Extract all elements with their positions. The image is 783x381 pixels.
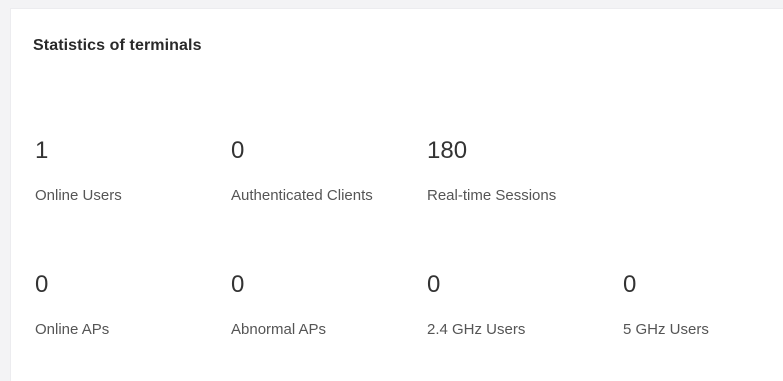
stat-label: 5 GHz Users bbox=[623, 321, 709, 338]
stat-value: 0 bbox=[35, 271, 49, 298]
stat-label: Real-time Sessions bbox=[427, 187, 557, 204]
stat-authenticated-clients: 0 Authenticated Clients bbox=[231, 137, 431, 205]
stat-abnormal-aps: 0 Abnormal APs bbox=[231, 271, 431, 339]
stat-label: Online APs bbox=[35, 321, 110, 338]
stat-online-aps: 0 Online APs bbox=[35, 271, 235, 339]
terminal-statistics-card: Statistics of terminals 1 Online Users 0… bbox=[10, 8, 783, 381]
stat-value: 0 bbox=[231, 137, 245, 164]
stat-2-4ghz-users: 0 2.4 GHz Users bbox=[427, 271, 627, 339]
stat-label: Abnormal APs bbox=[231, 321, 327, 338]
stat-value: 180 bbox=[427, 137, 468, 164]
stat-label: Authenticated Clients bbox=[231, 187, 373, 204]
stat-value: 0 bbox=[231, 271, 245, 298]
stat-5ghz-users: 0 5 GHz Users bbox=[623, 271, 783, 339]
stat-real-time-sessions: 180 Real-time Sessions bbox=[427, 137, 627, 205]
stat-label: Online Users bbox=[35, 187, 122, 204]
stat-label: 2.4 GHz Users bbox=[427, 321, 526, 338]
stat-value: 0 bbox=[623, 271, 637, 298]
stat-value: 1 bbox=[35, 137, 49, 164]
stat-online-users: 1 Online Users bbox=[35, 137, 235, 205]
stat-value: 0 bbox=[427, 271, 441, 298]
card-title: Statistics of terminals bbox=[33, 37, 202, 54]
